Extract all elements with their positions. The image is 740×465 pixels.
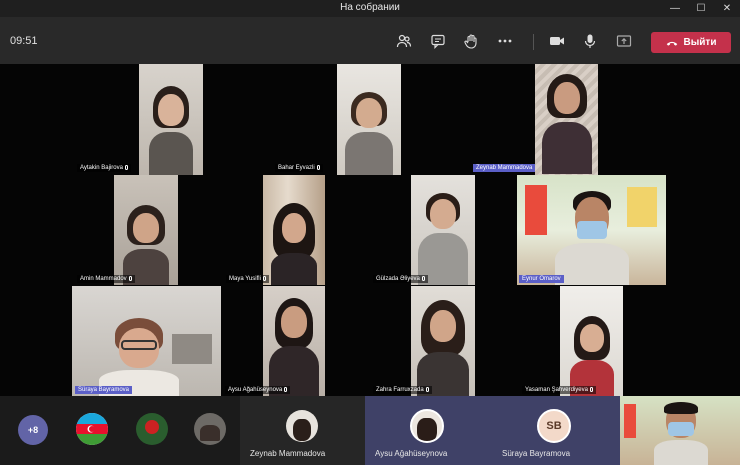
participant-tile[interactable] bbox=[411, 175, 475, 285]
avatar[interactable] bbox=[136, 413, 168, 445]
participant-name: Yasaman Şahverdiyeva bbox=[522, 386, 596, 394]
participant-figure bbox=[541, 74, 592, 174]
more-participants-button[interactable]: +8 bbox=[18, 415, 48, 445]
microphone-button[interactable] bbox=[579, 32, 601, 50]
participant-figure bbox=[554, 191, 629, 285]
participant-figure bbox=[569, 316, 614, 396]
participant-figure bbox=[417, 300, 469, 396]
share-icon bbox=[616, 35, 632, 47]
participant-name: Eynur Omarov bbox=[519, 275, 564, 283]
chat-icon bbox=[431, 34, 445, 49]
participant-figure bbox=[418, 193, 468, 285]
self-view-hair bbox=[664, 402, 698, 414]
participant-figure bbox=[123, 205, 169, 285]
window-controls: — ☐ ✕ bbox=[662, 0, 740, 17]
maximize-icon[interactable]: ☐ bbox=[688, 0, 714, 17]
window-title-bar: На собрании — ☐ ✕ bbox=[0, 0, 740, 17]
video-grid: Aytakin Bajirova Bahar Eyvazli Zeynab Ma… bbox=[0, 64, 740, 396]
wall-decoration bbox=[624, 404, 636, 438]
strip-participant-name: Süraya Bayramova bbox=[502, 449, 571, 458]
participant-figure bbox=[345, 92, 393, 175]
participant-name: Gülzada Əliyeva bbox=[373, 275, 428, 283]
participant-tile[interactable] bbox=[263, 175, 325, 285]
microphone-icon bbox=[584, 34, 596, 48]
participant-name: Zahra Farruxzada bbox=[373, 386, 432, 394]
toolbar-divider bbox=[533, 34, 534, 50]
strip-participant[interactable]: SB Süraya Bayramova bbox=[490, 396, 620, 465]
participants-button[interactable] bbox=[393, 32, 415, 50]
more-actions-button[interactable] bbox=[494, 32, 516, 50]
hand-icon bbox=[464, 34, 477, 49]
participant-tile[interactable] bbox=[535, 64, 598, 175]
avatar bbox=[286, 410, 318, 442]
participant-name: Aytakin Bajirova bbox=[77, 164, 131, 172]
leave-label: Выйти bbox=[683, 37, 717, 48]
avatar-group: +8 bbox=[0, 396, 240, 465]
close-icon[interactable]: ✕ bbox=[714, 0, 740, 17]
avatar-initials: SB bbox=[537, 409, 571, 443]
window-title: На собрании bbox=[340, 2, 400, 13]
participant-name: Amin Mammadov bbox=[77, 275, 135, 283]
hang-up-icon bbox=[666, 41, 677, 46]
self-view-mask bbox=[668, 422, 694, 436]
participant-name: Bahar Eyvazli bbox=[275, 164, 323, 172]
people-icon bbox=[396, 34, 412, 48]
participant-tile[interactable] bbox=[263, 286, 325, 396]
participant-tile[interactable] bbox=[139, 64, 203, 175]
self-view-body bbox=[654, 440, 708, 465]
participant-name: Zeynab Mammadova bbox=[473, 164, 536, 172]
camera-button[interactable] bbox=[546, 32, 568, 50]
strip-participant[interactable]: Zeynab Mammadova bbox=[240, 396, 365, 465]
participant-tile[interactable] bbox=[337, 64, 401, 175]
participant-tile[interactable] bbox=[411, 286, 475, 396]
participant-tile[interactable] bbox=[517, 175, 666, 285]
leave-button[interactable]: Выйти bbox=[651, 32, 731, 53]
avatar bbox=[410, 409, 444, 443]
avatar[interactable] bbox=[76, 413, 108, 445]
strip-participant-name: Zeynab Mammadova bbox=[250, 449, 326, 458]
self-view[interactable] bbox=[620, 396, 740, 465]
participant-figure bbox=[99, 318, 180, 396]
meeting-controls: 09:51 Выйти bbox=[0, 17, 740, 64]
meeting-timer: 09:51 bbox=[10, 35, 38, 47]
participant-figure bbox=[149, 86, 193, 175]
minimize-icon[interactable]: — bbox=[662, 0, 688, 17]
participant-tile[interactable] bbox=[72, 286, 221, 396]
wall-decoration bbox=[627, 187, 657, 227]
share-screen-button[interactable] bbox=[613, 32, 635, 50]
camera-icon bbox=[550, 37, 564, 45]
flag-icon bbox=[76, 413, 108, 445]
wall-decoration bbox=[525, 185, 547, 235]
participant-figure bbox=[271, 203, 317, 285]
strip-participant[interactable]: Aysu Ağahüseynova bbox=[365, 396, 490, 465]
more-icon bbox=[498, 39, 512, 43]
participant-tile[interactable] bbox=[560, 286, 623, 396]
participant-name: Süraya Bayramova bbox=[75, 386, 133, 394]
strip-participant-name: Aysu Ağahüseynova bbox=[375, 449, 448, 458]
participant-name: Maya Yusifli bbox=[226, 275, 269, 283]
participant-tile[interactable] bbox=[114, 175, 178, 285]
participant-figure bbox=[269, 298, 319, 396]
participant-name: Aysu Ağahüseynova bbox=[225, 386, 291, 394]
raise-hand-button[interactable] bbox=[460, 32, 482, 50]
chat-button[interactable] bbox=[427, 32, 449, 50]
participant-strip: +8 Zeynab Mammadova Aysu Ağahüseynova SB… bbox=[0, 396, 740, 465]
avatar[interactable] bbox=[194, 413, 226, 445]
